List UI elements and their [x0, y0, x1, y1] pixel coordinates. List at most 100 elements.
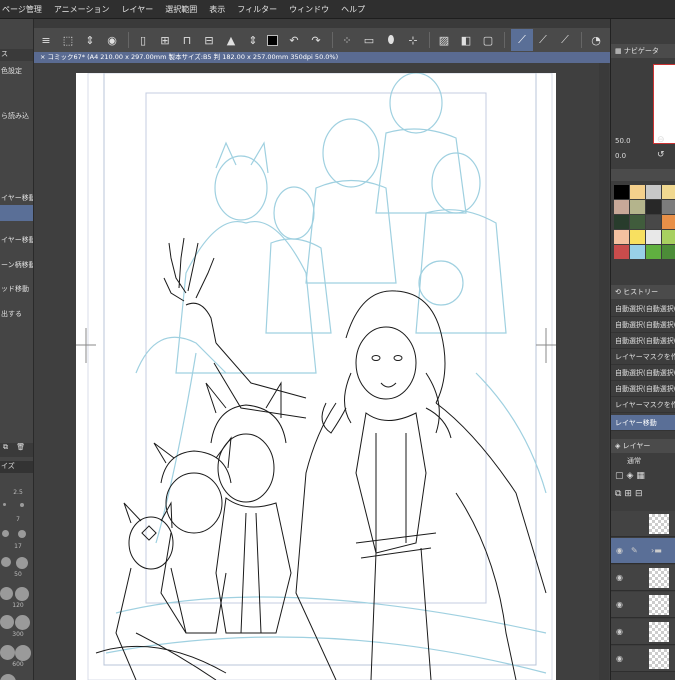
color-swatch[interactable] [646, 245, 661, 259]
loading-dots-icon[interactable]: ⁘ [339, 32, 355, 48]
color-swatch[interactable] [662, 185, 675, 199]
new-page-icon[interactable]: ▯ [135, 32, 151, 48]
menu-filter[interactable]: フィルター [237, 4, 277, 15]
blend-mode-select[interactable]: 通常 [627, 456, 641, 466]
grid-off-icon[interactable]: ▨ [436, 32, 452, 48]
brush-size-600[interactable]: 600 [10, 661, 26, 668]
color-swatch[interactable] [614, 185, 629, 199]
reset-rotation-icon[interactable]: ↺ [657, 150, 665, 160]
brush-dot[interactable] [16, 557, 28, 569]
vertical-scrollbar[interactable] [599, 63, 609, 680]
clear-selection-icon[interactable]: ▭ [361, 32, 377, 48]
brush-dot[interactable] [15, 615, 30, 630]
eye-icon[interactable]: ◉ [616, 654, 623, 663]
canvas-page[interactable] [76, 72, 556, 680]
brush-size-7[interactable]: 7 [10, 516, 26, 523]
redo-icon[interactable]: ↷ [308, 32, 324, 48]
brush-dot[interactable] [1, 557, 11, 567]
layer-move-item[interactable]: イヤー移動 [0, 235, 33, 245]
zoom-value[interactable]: 50.0 [615, 137, 631, 145]
settings-pen-icon[interactable]: ◔ [588, 32, 604, 48]
chevron-updown-icon-2[interactable]: ⇕ [245, 32, 261, 48]
invert-selection-icon[interactable]: ⬮ [383, 32, 399, 48]
save-icon[interactable]: ⊟ [201, 32, 217, 48]
color-swatch[interactable] [646, 200, 661, 214]
layer-row[interactable]: ◉ [611, 565, 675, 591]
brush-dot[interactable] [0, 615, 14, 629]
menu-selection[interactable]: 選択範囲 [165, 4, 197, 15]
new-document-icon[interactable]: ⊞ [157, 32, 173, 48]
hamburger-menu-icon[interactable]: ≡ [38, 32, 54, 48]
brush-dot[interactable] [18, 530, 26, 538]
history-item[interactable]: 自動選択(自動選択( [611, 317, 675, 333]
layer-move-option[interactable]: イヤー移動) [0, 193, 33, 203]
color-swatch[interactable] [630, 185, 645, 199]
history-item[interactable]: 自動選択(自動選択( [611, 333, 675, 349]
duplicate-icon[interactable]: ⧉ [3, 443, 8, 451]
color-swatch[interactable] [630, 200, 645, 214]
eye-icon[interactable]: ◉ [616, 600, 623, 609]
fill-icon[interactable]: ▲ [223, 32, 239, 48]
brush-dot[interactable] [0, 674, 16, 680]
canvas-area[interactable] [34, 63, 610, 680]
color-swatch[interactable] [614, 245, 629, 259]
stroke-correction-2-icon[interactable]: ⟋ [535, 32, 551, 48]
undo-icon[interactable]: ↶ [286, 32, 302, 48]
menu-animation[interactable]: アニメーション [54, 4, 110, 15]
color-swatch[interactable] [614, 215, 629, 229]
brush-dot[interactable] [0, 587, 13, 600]
color-swatch[interactable] [662, 230, 675, 244]
eye-icon[interactable]: ◉ [616, 546, 623, 555]
brush-dot[interactable] [3, 503, 6, 506]
menu-window[interactable]: ウィンドウ [289, 4, 329, 15]
history-item-current[interactable]: レイヤー移動 [611, 415, 675, 431]
color-swatch[interactable] [646, 215, 661, 229]
color-swatch[interactable] [630, 230, 645, 244]
menu-layer[interactable]: レイヤー [122, 4, 154, 15]
output-item[interactable]: 出する [0, 309, 33, 319]
stroke-correction-1-icon[interactable]: ⟋ [511, 29, 533, 51]
brush-dot[interactable] [0, 645, 15, 660]
color-swatch[interactable] [630, 215, 645, 229]
stroke-correction-3-icon[interactable]: ⟋ [557, 32, 573, 48]
color-swatch[interactable] [646, 230, 661, 244]
zoom-out-icon[interactable]: ⊖ [657, 135, 665, 145]
history-item[interactable]: レイヤーマスクを作 [611, 349, 675, 365]
color-setting-label[interactable]: 色設定 [0, 66, 33, 76]
layer-row[interactable]: ◉ [611, 592, 675, 618]
tone-move-item[interactable]: ーン柄移動 [0, 260, 33, 270]
canvas-document-tab[interactable]: × コミック67* (A4 210.00 x 297.00mm 製本サイズ:B5… [34, 52, 610, 63]
history-item[interactable]: 自動選択(自動選択( [611, 365, 675, 381]
brush-size-17[interactable]: 17 [10, 543, 26, 550]
menu-page-management[interactable]: ページ管理 [2, 4, 42, 15]
color-swatch[interactable] [630, 245, 645, 259]
menu-help[interactable]: ヘルプ [341, 4, 365, 15]
rotation-value[interactable]: 0.0 [615, 152, 626, 160]
menu-view[interactable]: 表示 [209, 4, 225, 15]
main-color-swatch[interactable] [267, 34, 278, 46]
brush-dot[interactable] [15, 587, 29, 601]
brush-size-50[interactable]: 50 [10, 571, 26, 578]
brush-dot[interactable] [2, 530, 9, 537]
brush-size-300[interactable]: 300 [10, 631, 26, 638]
brush-dot[interactable] [15, 645, 31, 661]
brush-size-120[interactable]: 120 [10, 602, 26, 609]
history-item[interactable]: 自動選択(自動選択( [611, 301, 675, 317]
trash-icon[interactable]: 🗑 [16, 443, 25, 451]
navigator-thumbnail[interactable] [653, 64, 675, 144]
layer-row[interactable]: ◉ [611, 646, 675, 672]
chevron-updown-icon[interactable]: ⇕ [82, 32, 98, 48]
transform-icon[interactable]: ⊹ [405, 32, 421, 48]
color-swatch[interactable] [646, 185, 661, 199]
layer-row[interactable] [611, 511, 675, 537]
frame-icon[interactable]: ▢ [480, 32, 496, 48]
eye-icon[interactable]: ◉ [616, 627, 623, 636]
layer-actions-row[interactable]: ⧉⊞⊟ [615, 489, 646, 499]
history-item[interactable]: レイヤーマスクを作 [611, 397, 675, 413]
color-swatch[interactable] [614, 200, 629, 214]
color-swatch[interactable] [662, 215, 675, 229]
open-folder-icon[interactable]: ⊓ [179, 32, 195, 48]
layer-tools-row[interactable]: ▢◈▦ [615, 471, 648, 481]
color-swatch[interactable] [662, 245, 675, 259]
color-swatch[interactable] [614, 230, 629, 244]
